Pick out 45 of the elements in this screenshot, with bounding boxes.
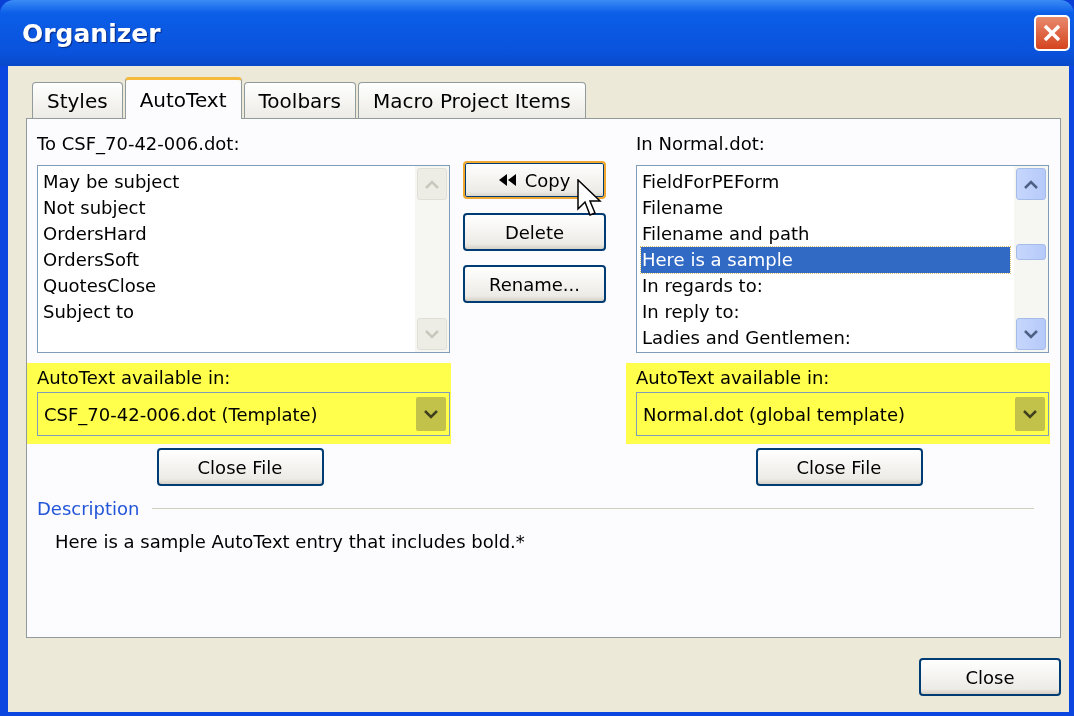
- list-item[interactable]: Filename: [641, 195, 1010, 221]
- scrollbar[interactable]: [1014, 166, 1048, 352]
- list-label: To CSF_70-42-006.dot:: [37, 133, 241, 157]
- close-dialog-button[interactable]: Close: [919, 658, 1061, 696]
- available-label: AutoText available in:: [636, 367, 831, 388]
- close-icon: [1042, 23, 1062, 43]
- close-file-button[interactable]: Close File: [156, 448, 324, 486]
- tab[interactable]: Macro Project Items: [358, 82, 586, 118]
- close-file-button[interactable]: Close File: [755, 448, 923, 486]
- scroll-down-icon[interactable]: [1024, 329, 1038, 339]
- template-dropdown[interactable]: CSF_70-42-006.dot (Template): [37, 392, 450, 436]
- list-label: In Normal.dot:: [636, 133, 766, 156]
- list-item[interactable]: In regards to:: [641, 273, 1010, 299]
- list-item[interactable]: Ladies and Gentlemen:: [641, 325, 1010, 351]
- description-text: Here is a sample AutoText entry that includes bold.*: [55, 531, 526, 552]
- list-item[interactable]: In reply to:: [641, 299, 1010, 325]
- list-item[interactable]: QuotesClose: [42, 273, 411, 299]
- action-button[interactable]: Rename...: [463, 265, 606, 303]
- scroll-up-icon[interactable]: [1024, 179, 1038, 189]
- list-item[interactable]: OrdersSoft: [42, 247, 411, 273]
- tab[interactable]: Styles: [32, 82, 123, 118]
- dropdown-value: Normal.dot (global template): [643, 403, 905, 425]
- autotext-list[interactable]: FieldForPEForm Filename Filename and path Here is a sample In regards to: In reply to: Ladies and Gentlemen:: [636, 165, 1049, 353]
- scroll-thumb[interactable]: [1016, 244, 1046, 260]
- action-button[interactable]: Delete: [463, 213, 606, 251]
- dropdown-value: CSF_70-42-006.dot (Template): [44, 403, 318, 425]
- scroll-up-button[interactable]: [1016, 168, 1046, 200]
- autotext-list[interactable]: May be subject Not subject OrdersHard OrdersSoft QuotesClose Subject to: [37, 165, 450, 353]
- tab[interactable]: AutoText: [124, 77, 242, 119]
- list-item[interactable]: Here is a sample: [641, 247, 1010, 273]
- list-item[interactable]: Not subject: [42, 195, 411, 221]
- list-item[interactable]: FieldForPEForm: [641, 169, 1010, 195]
- list-item[interactable]: May be subject: [42, 169, 411, 195]
- scroll-down-button[interactable]: [1016, 318, 1046, 350]
- tab[interactable]: Toolbars: [243, 82, 356, 118]
- list-item[interactable]: Subject to: [42, 299, 411, 325]
- available-label: AutoText available in:: [37, 367, 232, 388]
- list-item[interactable]: OrdersHard: [42, 221, 411, 247]
- window-title: Organizer: [22, 18, 161, 48]
- list-item[interactable]: Filename and path: [641, 221, 1010, 247]
- description-label: Description: [37, 498, 140, 519]
- action-button[interactable]: Copy: [463, 161, 606, 199]
- close-button[interactable]: [1034, 15, 1070, 51]
- template-dropdown[interactable]: Normal.dot (global template): [636, 392, 1049, 436]
- mouse-pointer-icon: [577, 179, 603, 219]
